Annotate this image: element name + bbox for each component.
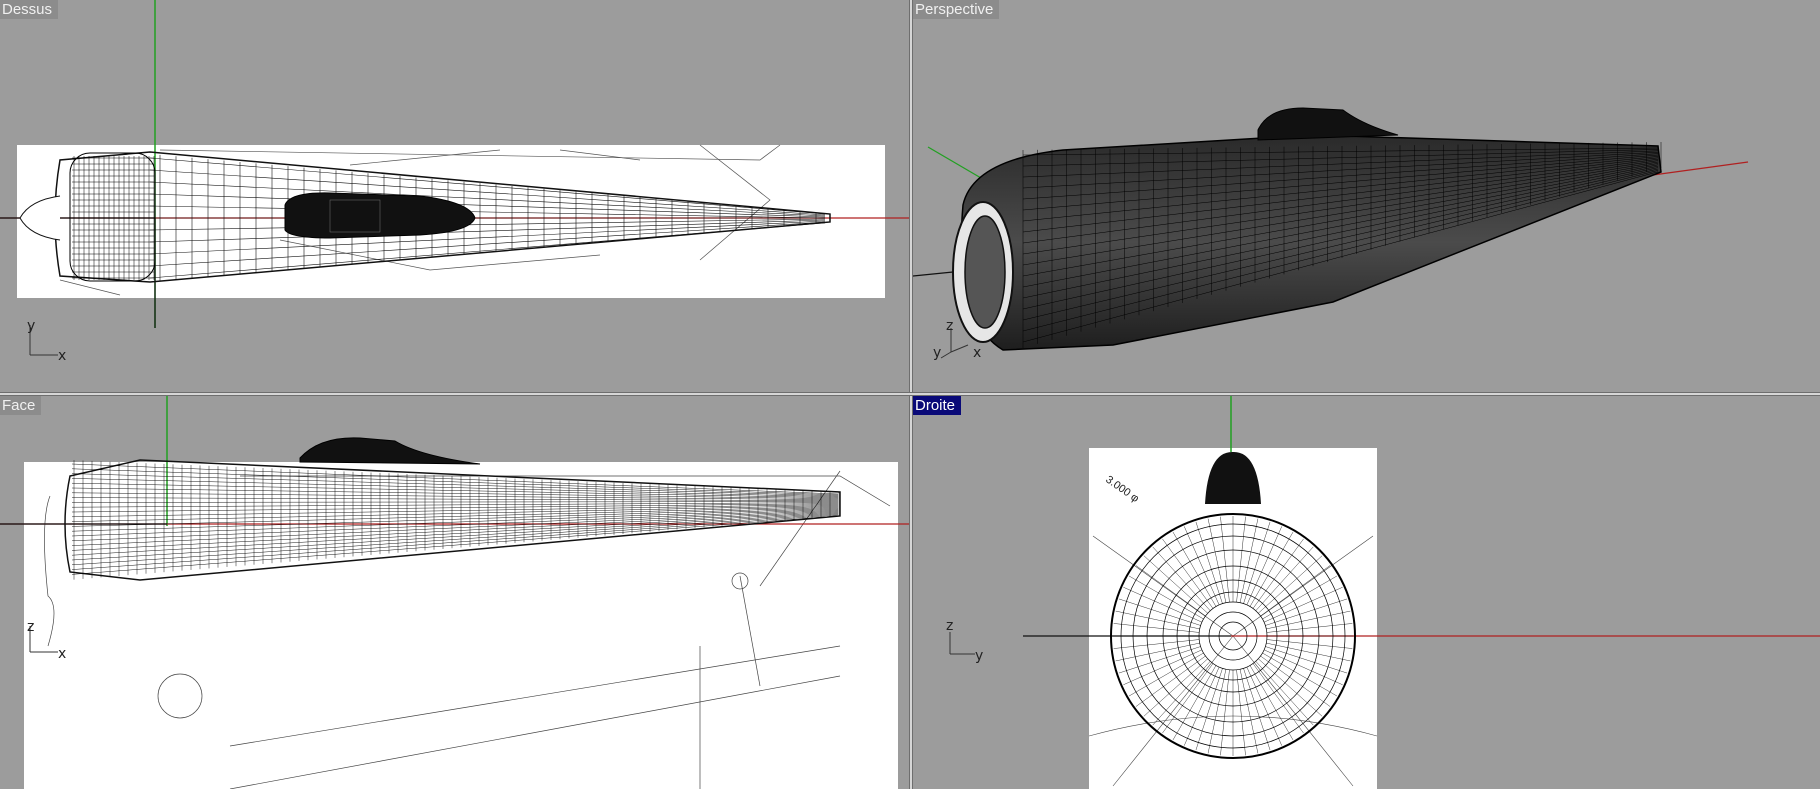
viewport-top-canvas: y x [0, 0, 909, 364]
viewport-title-right[interactable]: Droite [913, 396, 962, 415]
svg-text:x: x [58, 646, 66, 662]
svg-text:y: y [27, 318, 35, 334]
svg-text:y: y [975, 648, 983, 664]
viewport-title-perspective[interactable]: Perspective [913, 0, 1000, 19]
fuselage-shaded-perspective [952, 107, 1662, 351]
svg-text:z: z [946, 618, 953, 634]
viewport-title-front[interactable]: Face [0, 396, 42, 415]
x-axis-line [1652, 161, 1749, 176]
viewport-right-canvas: 3.000 φ z y [946, 396, 1820, 789]
viewport-front-canvas: z x [0, 396, 909, 789]
viewport-right[interactable]: Droite 3.000 φ z y [913, 396, 1820, 789]
axis-indicator-right: z y [946, 618, 983, 664]
viewport-title-top[interactable]: Dessus [0, 0, 59, 19]
viewport-top[interactable]: Dessus y x [0, 0, 909, 392]
axis-indicator-top: y x [27, 318, 66, 364]
svg-text:z: z [946, 318, 953, 334]
svg-text:y: y [933, 345, 941, 361]
viewport-front[interactable]: Face z x [0, 396, 909, 789]
svg-text:x: x [973, 345, 981, 361]
svg-text:z: z [27, 619, 34, 635]
viewport-perspective-canvas: z y x [913, 107, 1749, 361]
viewport-divider-horizontal[interactable] [0, 392, 1820, 396]
svg-text:x: x [58, 348, 66, 364]
viewport-perspective[interactable]: Perspective z y x [913, 0, 1820, 392]
